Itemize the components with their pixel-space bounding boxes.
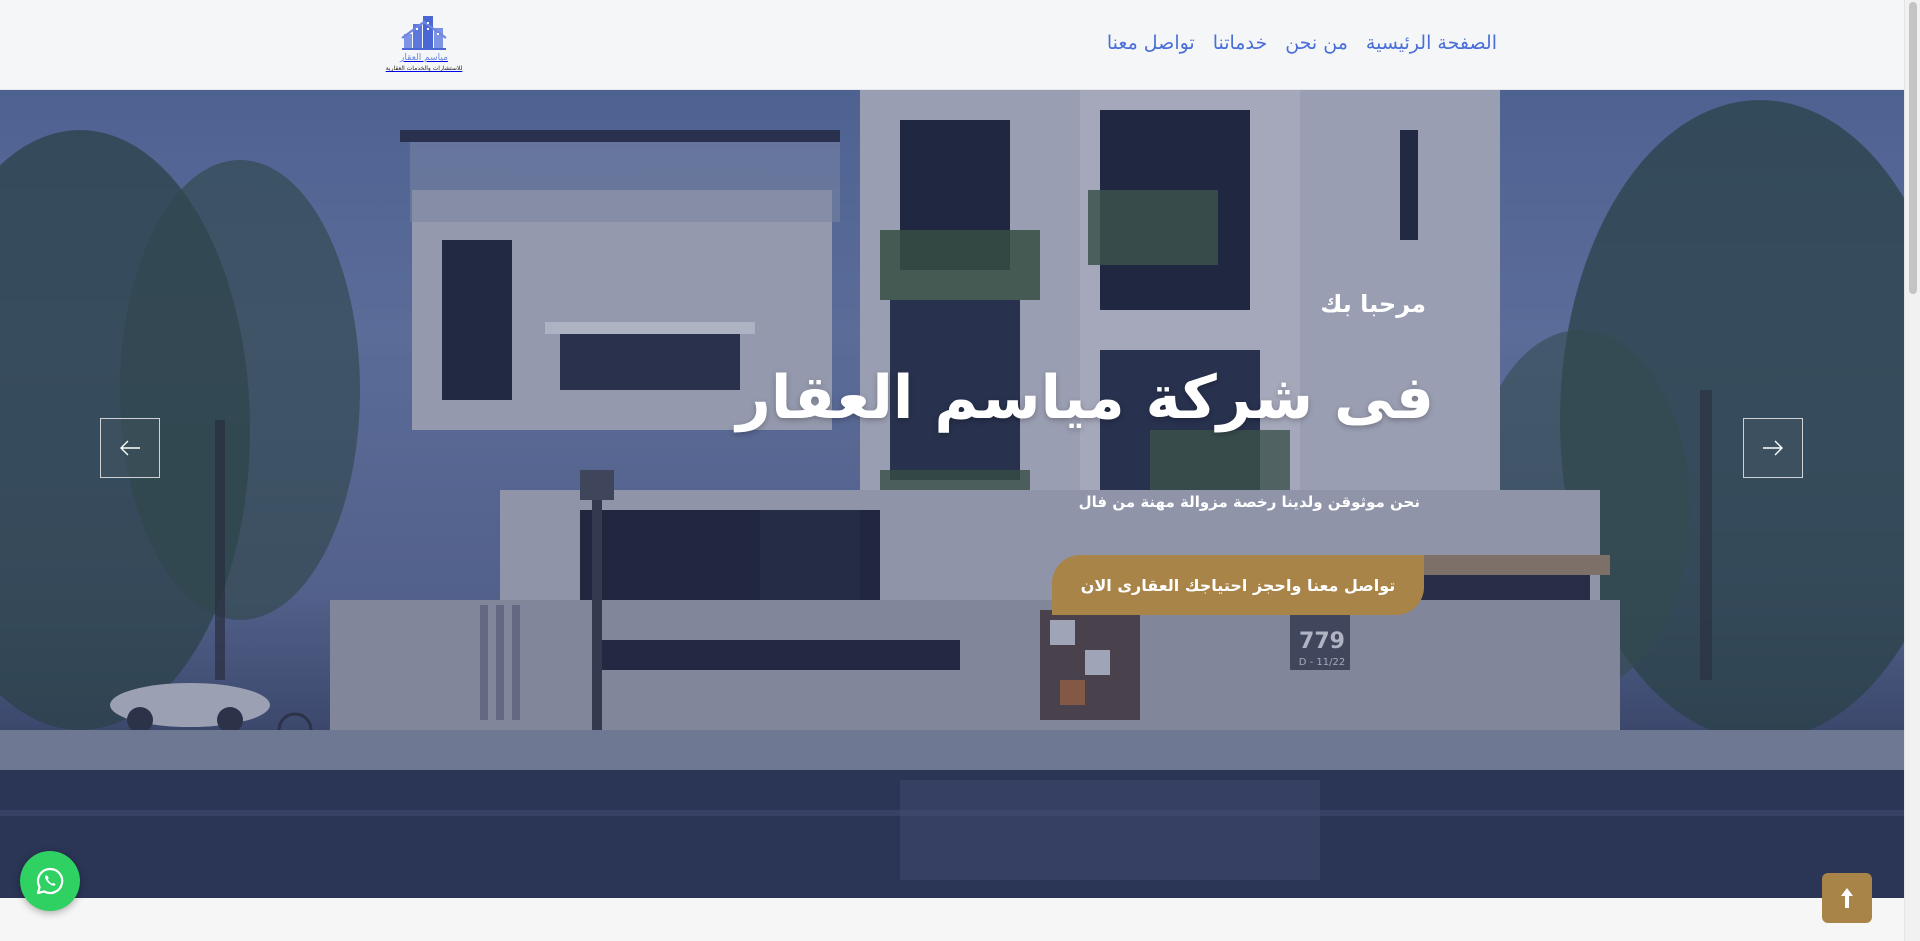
logo-subtitle: للاستشارات والخدمات العقارية [385,65,463,72]
building-logo-icon [401,16,447,50]
site-header: الصفحة الرئيسية من نحن خدماتنا تواصل معن… [0,0,1904,90]
site-logo[interactable]: مياسم العقار للاستشارات والخدمات العقاري… [385,14,463,78]
hero-welcome-text: مرحبا بك [1320,290,1426,318]
logo-title: مياسم العقار [400,53,448,63]
hero-slider: 779 11/22 - D مرحبا بك فى شركة مياسم الع… [0,90,1904,898]
hero-title: فى شركة مياسم العقار [736,363,1434,433]
hero-description: نحن موثوقن ولدينا رخصة مزوالة مهنة من فا… [1078,493,1420,511]
arrow-left-icon [120,440,140,456]
scrollbar-thumb[interactable] [1909,2,1917,294]
arrow-right-icon [1763,440,1783,456]
contact-cta-button[interactable]: تواصل معنا واحجز احتياجك العقارى الان [1052,555,1424,615]
slider-prev-button[interactable] [100,418,160,478]
page-scrollbar[interactable] [1904,0,1920,941]
nav-services-link[interactable]: خدماتنا [1213,28,1268,58]
hero-overlay [0,90,1904,898]
arrow-up-icon [1841,888,1853,908]
scroll-to-top-button[interactable] [1822,873,1872,923]
main-nav: الصفحة الرئيسية من نحن خدماتنا تواصل معن… [1107,28,1497,58]
nav-home-link[interactable]: الصفحة الرئيسية [1366,28,1497,58]
nav-about-link[interactable]: من نحن [1285,28,1348,58]
slider-next-button[interactable] [1743,418,1803,478]
whatsapp-button[interactable] [20,851,80,911]
whatsapp-icon [36,867,64,895]
nav-contact-link[interactable]: تواصل معنا [1107,28,1195,58]
